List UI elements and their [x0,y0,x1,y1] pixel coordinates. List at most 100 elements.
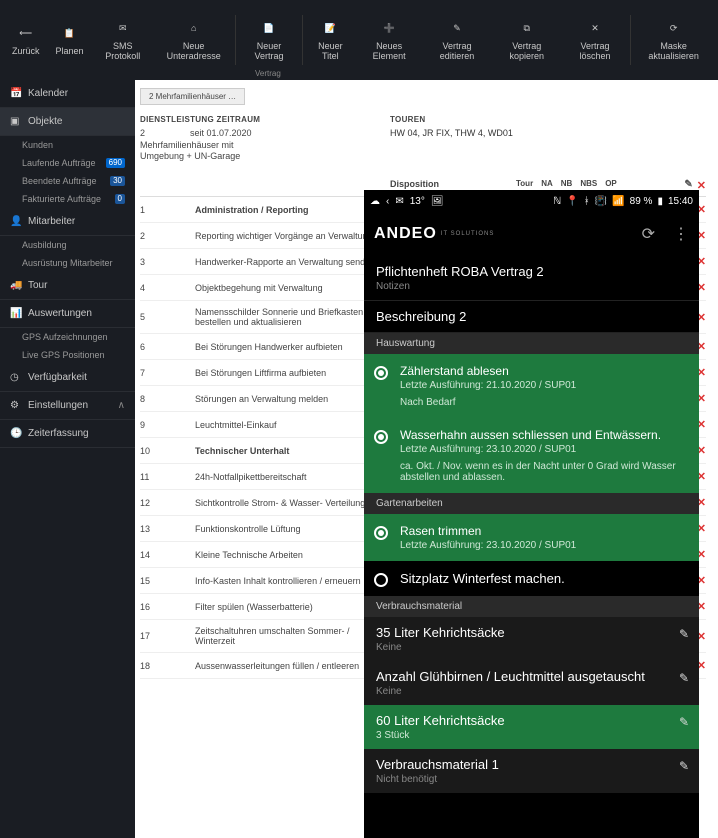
toolbar-neuer-vertrag[interactable]: 📄Neuer Vertrag [238,0,300,80]
toolbar-vertrag-editieren[interactable]: ✎Vertrag editieren [422,0,492,80]
row-num: 1 [140,205,195,215]
vibrate-icon: 📳 [595,196,607,207]
nfc-icon: ℕ [553,196,561,207]
sidebar-auswertungen[interactable]: 📊Auswertungen [0,300,135,328]
radio-icon[interactable] [374,573,388,587]
vm-item-3[interactable]: Verbrauchsmaterial 1 Nicht benötigt ✎ [364,749,699,793]
toolbar-vertrag-loeschen[interactable]: ✕Vertrag löschen [562,0,629,80]
sidebar-ausbildung[interactable]: Ausbildung [0,236,135,254]
section-gartenarbeiten: Gartenarbeiten [364,493,699,514]
toolbar-group-label: Vertrag [255,69,281,78]
title-icon: 📝 [321,19,339,37]
sidebar-mitarbeiter[interactable]: 👤Mitarbeiter [0,208,135,236]
row-desc: Objektbegehung mit Verwaltung [195,283,390,293]
time-icon: 🕒 [10,428,22,439]
radio-icon[interactable] [374,366,388,380]
toolbar-neuer-titel[interactable]: 📝Neuer Titel [305,0,356,80]
battery-icon: ▮ [657,196,663,207]
vm-item-1[interactable]: Anzahl Glühbirnen / Leuchtmittel ausgeta… [364,661,699,705]
touren-list: HW 04, JR FIX, THW 4, WD01 [390,128,706,138]
sidebar-tour[interactable]: 🚚Tour [0,272,135,300]
dz-since: seit 01.07.2020 [190,128,390,140]
sidebar-verfuegbarkeit[interactable]: ◷Verfügbarkeit [0,364,135,392]
ga-item-1[interactable]: Sitzplatz Winterfest machen. [364,561,699,596]
row-desc: 24h-Notfallpikettbereitschaft [195,472,390,482]
row-num: 14 [140,550,195,560]
clock: 15:40 [668,196,693,207]
row-num: 2 [140,231,195,241]
mobile-header[interactable]: Pflichtenheft ROBA Vertrag 2 Notizen [364,256,699,301]
sidebar-objekte[interactable]: ▣Objekte [0,108,135,136]
row-num: 6 [140,342,195,352]
user-icon: 👤 [10,216,22,227]
hw-item-1[interactable]: Wasserhahn aussen schliessen und Entwäss… [364,418,699,493]
toolbar-planen[interactable]: 📋Planen [48,0,92,80]
calendar-icon: 📅 [10,88,22,99]
sidebar-kalender[interactable]: 📅Kalender [0,80,135,108]
battery-pct: 89 % [630,196,653,207]
vm-item-2[interactable]: 60 Liter Kehrichtsäcke 3 Stück ✎ [364,705,699,749]
dz-label: DIENSTLEISTUNG ZEITRAUM [140,115,390,124]
mobile-beschreibung[interactable]: Beschreibung 2 [364,301,699,333]
refresh-icon: ⟳ [665,19,683,37]
sidebar-zeiterfassung[interactable]: 🕒Zeiterfassung [0,420,135,448]
refresh-icon[interactable]: ⟳ [642,224,655,244]
row-num: 3 [140,257,195,267]
toolbar-sms[interactable]: ✉SMS Protokoll [92,0,154,80]
plan-icon: 📋 [61,24,79,42]
toolbar-neues-element[interactable]: ➕Neues Element [356,0,422,80]
element-icon: ➕ [380,19,398,37]
ga-item-0[interactable]: Rasen trimmen Letzte Ausführung: 23.10.2… [364,514,699,561]
pencil-icon[interactable]: ✎ [679,715,689,729]
avail-icon: ◷ [10,372,22,383]
row-desc: Handwerker-Rapporte an Verwaltung senden [195,257,390,267]
radio-icon[interactable] [374,430,388,444]
arrow-left-icon: ‹ [386,196,389,207]
cloud-icon: ☁ [370,196,380,207]
dz-num: 2 [140,128,190,140]
radio-icon[interactable] [374,526,388,540]
row-num: 4 [140,283,195,293]
sidebar-einstellungen[interactable]: ⚙Einstellungen∧ [0,392,135,420]
temp: 13° [410,196,425,207]
document-tab[interactable]: 2 Mehrfamilienhäuser … [140,88,245,105]
sidebar-gps-live[interactable]: Live GPS Positionen [0,346,135,364]
row-desc: Kleine Technische Arbeiten [195,550,390,560]
bluetooth-icon: ᚼ [584,196,590,207]
sidebar-kunden[interactable]: Kunden [0,136,135,154]
pencil-icon[interactable]: ✎ [679,627,689,641]
section-hauswartung: Hauswartung [364,333,699,354]
toolbar-maske-aktualisieren[interactable]: ⟳Maske aktualisieren [633,0,714,80]
toolbar-unteradresse[interactable]: ⌂Neue Unteradresse [154,0,234,80]
vm-item-0[interactable]: 35 Liter Kehrichtsäcke Keine ✎ [364,617,699,661]
toolbar-vertrag-kopieren[interactable]: ⧉Vertrag kopieren [492,0,562,80]
mobile-appbar: ANDEO IT SOLUTIONS ⟳ ⋮ [364,212,699,256]
pencil-icon[interactable]: ✎ [679,759,689,773]
gear-icon: ⚙ [10,400,22,411]
pencil-icon[interactable]: ✎ [679,671,689,685]
image-icon: 🖼 [431,196,444,207]
hw-item-0[interactable]: Zählerstand ablesen Letzte Ausführung: 2… [364,354,699,418]
logo: ANDEO [374,225,437,243]
mobile-overlay: ☁ ‹ ✉ 13° 🖼 ℕ 📍 ᚼ 📳 📶 89 % ▮ 15:40 ANDEO… [364,190,699,838]
menu-icon[interactable]: ⋮ [673,224,689,244]
sidebar-laufende[interactable]: Laufende Aufträge690 [0,154,135,172]
row-num: 15 [140,576,195,586]
mail-icon: ✉ [395,196,403,207]
copy-icon: ⧉ [518,19,536,37]
row-num: 9 [140,420,195,430]
row-desc: Sichtkontrolle Strom- & Wasser- Verteilu… [195,498,390,508]
row-desc: Zeitschaltuhren umschalten Sommer- / Win… [195,626,390,646]
sidebar-beendete[interactable]: Beendete Aufträge30 [0,172,135,190]
sidebar-fakturierte[interactable]: Fakturierte Aufträge0 [0,190,135,208]
row-desc: Info-Kasten Inhalt kontrollieren / erneu… [195,576,390,586]
delete-icon: ✕ [586,19,604,37]
row-desc: Leuchtmittel-Einkauf [195,420,390,430]
badge-beendete: 30 [110,176,125,186]
doc-icon: 📄 [260,19,278,37]
row-num: 16 [140,602,195,612]
edit-icon: ✎ [448,19,466,37]
sidebar-gps-aufz[interactable]: GPS Aufzeichnungen [0,328,135,346]
toolbar-back[interactable]: ⟵Zurück [4,0,48,80]
sidebar-ausruestung[interactable]: Ausrüstung Mitarbeiter [0,254,135,272]
